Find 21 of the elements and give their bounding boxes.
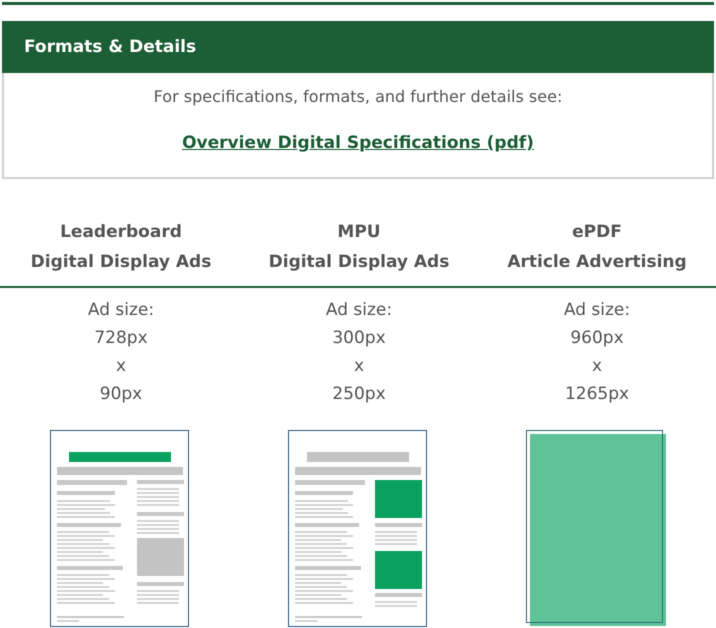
format-title: Digital Display Ads [268, 251, 450, 274]
ad-size-text: x [592, 355, 602, 378]
format-title: Digital Display Ads [30, 251, 212, 274]
ad-size-text: 250px [332, 383, 386, 406]
format-title: Leaderboard [60, 221, 182, 244]
format-title: MPU [337, 221, 381, 244]
ad-size-text: 728px [94, 327, 148, 350]
intro-text: For specifications, formats, and further details see: [154, 87, 562, 106]
ad-size-text: Ad size: [326, 299, 392, 322]
format-title: Article Advertising [507, 251, 687, 274]
ad-size-text: 960px [570, 327, 624, 350]
ad-size-text: Ad size: [88, 299, 154, 322]
section-title: Formats & Details [24, 37, 196, 57]
ad-size-text: 1265px [564, 383, 630, 406]
ad-size-text: x [116, 355, 126, 378]
ad-size-text: Ad size: [564, 299, 630, 322]
ad-size-text: x [354, 355, 364, 378]
ad-size-text: 300px [332, 327, 386, 350]
format-title: ePDF [572, 221, 622, 244]
ad-size-text: 90px [100, 383, 142, 406]
specifications-link[interactable]: Overview Digital Specifications (pdf) [182, 133, 534, 153]
